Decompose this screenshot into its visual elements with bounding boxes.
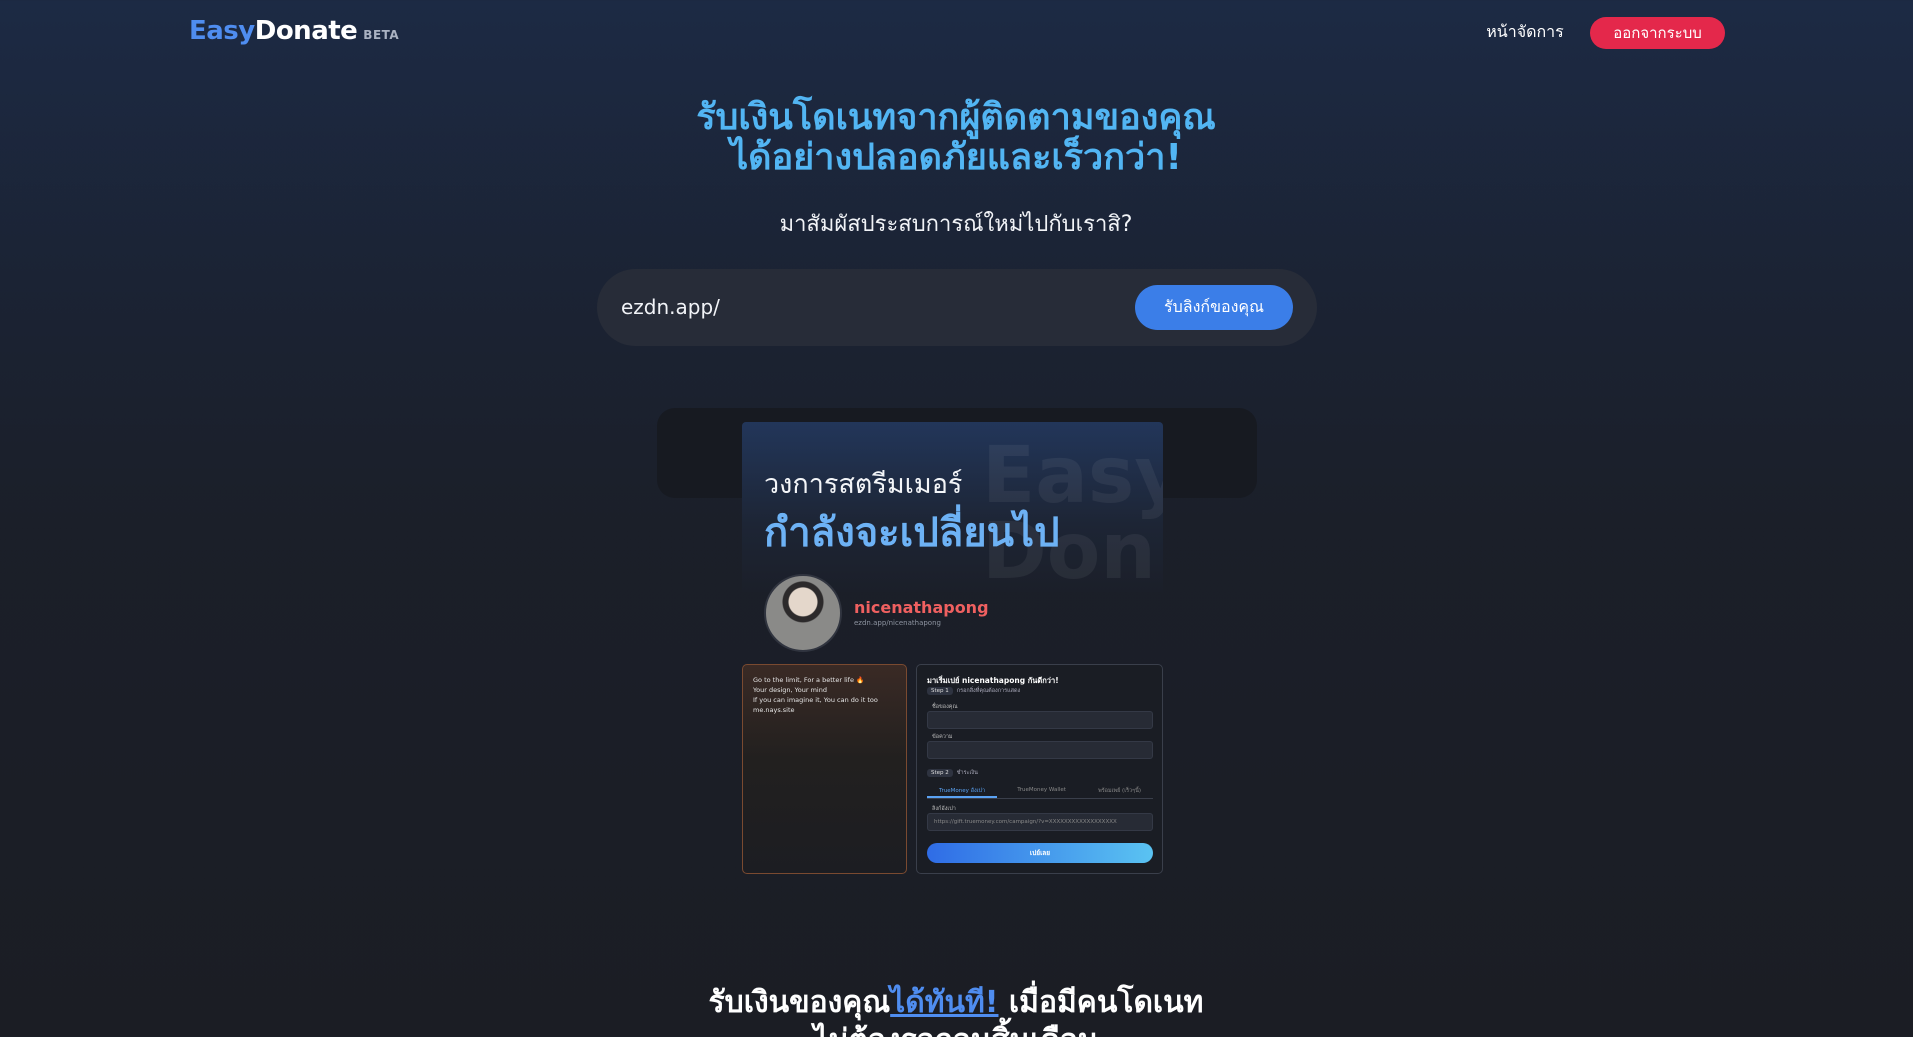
- streamer-avatar: [764, 574, 842, 652]
- bottom-heading-part1: รับเงินของคุณ: [708, 985, 891, 1020]
- payment-tabs: TrueMoney อังเปา TrueMoney Wallet พร้อมเ…: [927, 785, 1153, 799]
- bottom-heading: รับเงินของคุณได้ทันที! เมื่อมีคนโดเนท ไม…: [556, 984, 1356, 1037]
- bio-line: me.nays.site: [753, 706, 795, 714]
- brand-easy-text: Easy: [189, 16, 255, 46]
- bottom-heading-part2: เมื่อมีคนโดเนท: [998, 985, 1204, 1020]
- link-prefix: ezdn.app/: [621, 295, 720, 319]
- step2-row: Step 2 ชำระเงิน: [927, 769, 978, 777]
- pay-button[interactable]: เปย์เลย: [927, 843, 1153, 863]
- bio-line: Go to the limit, For a better life 🔥: [753, 676, 865, 684]
- link-claim-bar: ezdn.app/ รับลิงก์ของคุณ: [597, 269, 1317, 346]
- username-input[interactable]: [707, 287, 1107, 327]
- angpao-url-label: ลิงก์อังเปา: [932, 806, 956, 812]
- tab-truemoney-angpao[interactable]: TrueMoney อังเปา: [927, 785, 998, 798]
- preview-banner: Easy Don วงการสตรีมเมอร์ กำลังจะเปลี่ยนไ…: [742, 422, 1163, 592]
- streamer-bio-card: Go to the limit, For a better life 🔥 You…: [742, 664, 907, 874]
- step1-text: กรอกสิ่งที่คุณต้องการแสดง: [956, 688, 1021, 694]
- hero-title: รับเงินโดเนทจากผู้ติดตามของคุณ ได้อย่างป…: [556, 98, 1356, 178]
- streamer-name: nicenathapong: [854, 598, 989, 617]
- donate-page-preview: Easy Don วงการสตรีมเมอร์ กำลังจะเปลี่ยนไ…: [742, 422, 1163, 874]
- message-field[interactable]: [927, 741, 1153, 759]
- tab-promptpay[interactable]: พร้อมเพย์ (เร็วๆนี้): [1086, 785, 1153, 798]
- bottom-heading-line2: ไม่ต้องรอถอนสิ้นเดือน: [556, 1022, 1356, 1037]
- hero-title-line2: ได้อย่างปลอดภัยและเร็วกว่า!: [730, 137, 1182, 178]
- step1-pill: Step 1: [927, 687, 953, 695]
- name-field-label: ชื่อของคุณ: [932, 704, 958, 710]
- tab-truemoney-wallet[interactable]: TrueMoney Wallet: [1005, 785, 1078, 798]
- manage-page-link[interactable]: หน้าจัดการ: [1470, 20, 1580, 45]
- get-link-button[interactable]: รับลิงก์ของคุณ: [1135, 285, 1293, 330]
- streamer-url: ezdn.app/nicenathapong: [854, 619, 941, 627]
- hero-title-line1: รับเงินโดเนทจากผู้ติดตามของคุณ: [696, 97, 1216, 138]
- beta-badge: BETA: [363, 28, 400, 42]
- bio-line: If you can imagine it, You can do it too: [753, 696, 878, 704]
- name-field[interactable]: [927, 711, 1153, 729]
- brand-donate-text: Donate: [254, 16, 358, 46]
- top-header: Easy Donate BETA หน้าจัดการ ออกจากระบบ: [0, 0, 1913, 66]
- logout-button[interactable]: ออกจากระบบ: [1590, 17, 1725, 49]
- message-field-label: ข้อความ: [932, 734, 953, 740]
- brand-logo[interactable]: Easy Donate BETA: [189, 16, 399, 46]
- donate-form-card: มาเริ่มเปย์ nicenathapong กันดีกว่า! Ste…: [916, 664, 1163, 874]
- bottom-heading-line1: รับเงินของคุณได้ทันที! เมื่อมีคนโดเนท: [556, 984, 1356, 1022]
- angpao-url-field[interactable]: https://gift.truemoney.com/campaign/?v=X…: [927, 813, 1153, 831]
- banner-line1: วงการสตรีมเมอร์: [764, 469, 963, 500]
- bottom-heading-highlight: ได้ทันที!: [890, 985, 999, 1020]
- step1-row: Step 1 กรอกสิ่งที่คุณต้องการแสดง: [927, 687, 1020, 695]
- hero-subtitle: มาสัมผัสประสบการณ์ใหม่ไปกับเราสิ?: [779, 212, 1133, 237]
- step2-text: ชำระเงิน: [956, 770, 978, 776]
- bio-line: Your design, Your mind: [753, 686, 827, 694]
- banner-line2: กำลังจะเปลี่ยนไป: [764, 510, 1060, 556]
- step2-pill: Step 2: [927, 769, 953, 777]
- form-title: มาเริ่มเปย์ nicenathapong กันดีกว่า!: [927, 676, 1059, 685]
